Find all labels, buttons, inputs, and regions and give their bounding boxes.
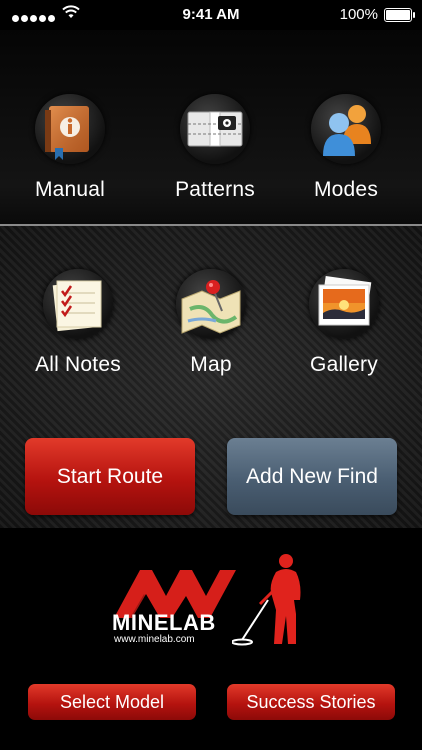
menu-item-manual[interactable]: Manual bbox=[15, 94, 125, 202]
notes-icon bbox=[43, 269, 113, 339]
menu-item-label: Manual bbox=[34, 178, 106, 201]
select-model-button[interactable]: Select Model bbox=[28, 684, 196, 720]
menu-item-label: Modes bbox=[313, 178, 379, 201]
menu-item-label: Gallery bbox=[310, 353, 378, 376]
minelab-logo: MINELAB www.minelab.com bbox=[110, 566, 240, 646]
menu-item-gallery[interactable]: Gallery bbox=[289, 269, 399, 377]
success-stories-button[interactable]: Success Stories bbox=[227, 684, 395, 720]
manual-book-icon bbox=[35, 94, 105, 164]
map-pin-icon bbox=[176, 269, 246, 339]
patterns-icon bbox=[180, 94, 250, 164]
menu-item-label: Map bbox=[190, 353, 232, 376]
brand-name: MINELAB bbox=[112, 610, 216, 635]
modes-users-icon bbox=[311, 94, 381, 164]
menu-item-label: Patterns bbox=[175, 178, 255, 201]
menu-item-patterns[interactable]: Patterns bbox=[160, 94, 270, 202]
start-route-button[interactable]: Start Route bbox=[25, 438, 195, 515]
battery-percent: 100% bbox=[339, 6, 378, 23]
menu-item-all-notes[interactable]: All Notes bbox=[23, 269, 133, 377]
gallery-photos-icon bbox=[309, 269, 379, 339]
battery-icon bbox=[384, 8, 415, 22]
status-bar: 9:41 AM 100% bbox=[0, 0, 422, 30]
menu-item-modes[interactable]: Modes bbox=[291, 94, 401, 202]
add-new-find-button[interactable]: Add New Find bbox=[227, 438, 397, 515]
brand-url: www.minelab.com bbox=[114, 634, 195, 645]
metal-detector-person-icon bbox=[232, 554, 301, 646]
menu-item-map[interactable]: Map bbox=[156, 269, 266, 377]
menu-item-label: All Notes bbox=[35, 353, 121, 376]
